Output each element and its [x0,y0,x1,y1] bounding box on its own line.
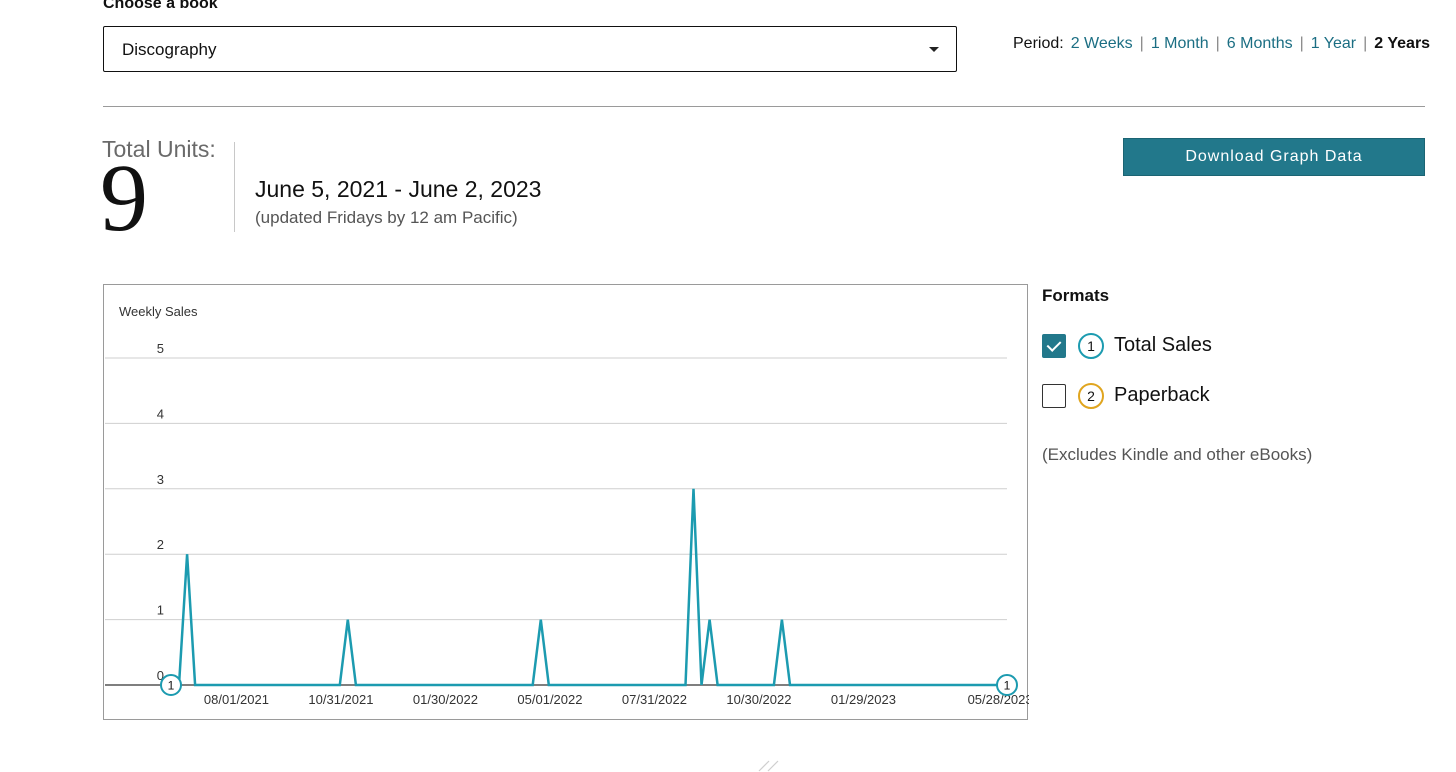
total-sales-line [171,488,1007,687]
section-divider [103,106,1425,107]
x-tick-label: 10/31/2021 [308,692,373,707]
paperback-checkbox[interactable] [1042,384,1066,408]
y-tick-label: 2 [157,537,164,552]
x-tick-label: 07/31/2022 [622,692,687,707]
chart-svg: Weekly Sales 012345 08/01/2021 10/31/2021… [105,304,1029,707]
formats-note: (Excludes Kindle and other eBooks) [1042,445,1313,464]
period-selector: Period: 2 Weeks | 1 Month | 6 Months | 1 Year | 2… [1013,35,1430,53]
resize-handle-icon [758,760,779,772]
y-tick-label: 1 [157,603,164,618]
weekly-sales-chart: Weekly Sales 012345 08/01/2021 10/31/2021… [103,284,1029,720]
period-2-weeks[interactable]: 2 Weeks [1071,35,1133,52]
period-1-month[interactable]: 1 Month [1151,35,1209,52]
period-separator: | [1363,35,1368,52]
x-tick-label: 01/30/2022 [413,692,478,707]
y-tick-label: 4 [157,406,164,421]
period-separator: | [1139,35,1144,52]
total-sales-checkbox[interactable] [1042,334,1066,358]
svg-text:1: 1 [168,679,175,693]
total-units-value: 9 [100,144,148,251]
download-graph-data-button[interactable]: Download Graph Data [1123,138,1425,176]
paperback-label: Paperback [1114,384,1210,406]
x-tick-label: 10/30/2022 [726,692,791,707]
y-tick-label: 3 [157,472,164,487]
choose-book-label: Choose a book [103,0,218,12]
series-badge-1: 1 [1078,333,1104,359]
period-label: Period: [1013,35,1064,52]
date-range: June 5, 2021 - June 2, 2023 [255,176,542,202]
series-badge-2: 2 [1078,383,1104,409]
svg-text:1: 1 [1004,679,1011,693]
period-separator: | [1299,35,1304,52]
checkmark-icon [1046,337,1062,352]
total-sales-label: Total Sales [1114,334,1212,356]
y-tick-label: 5 [157,341,164,356]
period-1-year[interactable]: 1 Year [1311,35,1356,52]
period-6-months[interactable]: 6 Months [1227,35,1293,52]
period-2-years[interactable]: 2 Years [1374,35,1430,52]
x-tick-label: 01/29/2023 [831,692,896,707]
y-axis-label: Weekly Sales [119,304,198,319]
x-tick-label: 05/01/2022 [517,692,582,707]
chevron-down-icon [929,47,939,52]
series-endpoint-marker: 1 [996,674,1018,696]
book-select[interactable]: Discography [103,26,957,72]
series-endpoint-marker: 1 [160,674,182,696]
x-tick-label: 08/01/2021 [204,692,269,707]
formats-title: Formats [1042,286,1110,305]
book-select-value: Discography [122,40,217,59]
x-tick-label: 05/28/2023 [968,692,1029,707]
summary-divider [234,142,235,232]
period-separator: | [1215,35,1220,52]
update-note: (updated Fridays by 12 am Pacific) [255,208,518,227]
